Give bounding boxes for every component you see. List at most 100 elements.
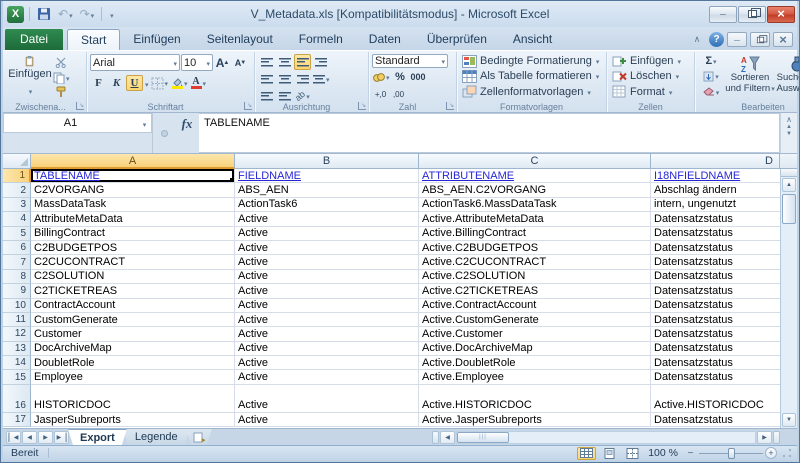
scroll-up-button[interactable] [782,178,796,192]
cell-A12[interactable]: Customer [31,327,235,341]
cell-A16[interactable]: HISTORICDOC [31,385,235,413]
cell-C12[interactable]: Active.Customer [419,327,651,341]
column-header-c[interactable]: C [419,154,651,169]
cell-B6[interactable]: Active [235,241,419,255]
page-break-view-button[interactable] [623,447,642,460]
redo-button[interactable]: ↷ [78,5,97,23]
cell-A11[interactable]: CustomGenerate [31,313,235,327]
scroll-down-button[interactable] [782,413,796,427]
cell-C8[interactable]: Active.C2SOLUTION [419,270,651,284]
cell-B4[interactable]: Active [235,212,419,226]
cell-C4[interactable]: Active.AttributeMetaData [419,212,651,226]
row-header-17[interactable]: 17 [3,413,31,427]
paste-button[interactable]: Einfügen [8,54,52,99]
cell-D15[interactable]: Datensatzstatus [651,370,780,384]
cell-C14[interactable]: Active.DoubletRole [419,356,651,370]
chevron-down-icon[interactable] [137,114,151,132]
horizontal-scroll-thumb[interactable]: ||| [457,432,509,443]
cell-D13[interactable]: Datensatzstatus [651,342,780,356]
cell-D1[interactable]: I18NFIELDNAME [651,169,780,183]
zoom-in-button[interactable]: + [765,447,777,459]
cell-B2[interactable]: ABS_AEN [235,183,419,197]
percent-style-button[interactable]: % [392,69,409,85]
underline-button[interactable]: U [126,75,143,91]
zoom-thumb[interactable] [728,448,735,459]
cell-C10[interactable]: Active.ContractAccount [419,299,651,313]
zoom-out-button[interactable]: − [684,447,697,460]
minimize-button[interactable] [709,6,737,23]
format-as-table-button[interactable]: Als Tabelle formatieren [460,69,601,83]
customize-qat-button[interactable] [107,5,116,23]
cell-D12[interactable]: Datensatzstatus [651,327,780,341]
copy-button[interactable] [52,71,71,85]
cell-B1[interactable]: FIELDNAME [235,169,419,183]
collapse-ribbon-icon[interactable] [688,32,706,47]
align-center-button[interactable] [276,71,293,87]
row-header-6[interactable]: 6 [3,241,31,255]
dialog-launcher-icon[interactable] [358,102,366,110]
cell-B9[interactable]: Active [235,284,419,298]
fill-color-button[interactable] [170,75,189,91]
scroll-left-button[interactable] [440,431,455,444]
cell-A3[interactable]: MassDataTask [31,198,235,212]
cell-D9[interactable]: Datensatzstatus [651,284,780,298]
cell-B3[interactable]: ActionTask6 [235,198,419,212]
cell-C9[interactable]: Active.C2TICKETREAS [419,284,651,298]
autosum-button[interactable]: Σ [698,54,724,68]
split-handle[interactable] [781,169,797,177]
tab-start[interactable]: Start [67,29,120,50]
normal-view-button[interactable] [577,447,596,460]
cell-C15[interactable]: Active.Employee [419,370,651,384]
cell-D14[interactable]: Datensatzstatus [651,356,780,370]
cell-B12[interactable]: Active [235,327,419,341]
insert-worksheet-button[interactable] [186,429,212,445]
cell-D11[interactable]: Datensatzstatus [651,313,780,327]
tab-split-handle[interactable] [432,431,439,444]
format-painter-button[interactable] [52,85,71,99]
cell-C5[interactable]: Active.BillingContract [419,227,651,241]
cell-A10[interactable]: ContractAccount [31,299,235,313]
cell-A9[interactable]: C2TICKETREAS [31,284,235,298]
tab-ansicht[interactable]: Ansicht [500,29,565,50]
insert-function-button[interactable]: fx [175,113,199,153]
wrap-text-button[interactable] [312,54,329,70]
tab-formeln[interactable]: Formeln [286,29,356,50]
cell-D5[interactable]: Datensatzstatus [651,227,780,241]
cell-B8[interactable]: Active [235,270,419,284]
cell-A6[interactable]: C2BUDGETPOS [31,241,235,255]
cell-B15[interactable]: Active [235,370,419,384]
workbook-restore-button[interactable] [750,32,770,47]
tab-daten[interactable]: Daten [356,29,414,50]
last-sheet-button[interactable] [54,431,69,444]
bold-button[interactable]: F [90,75,107,91]
cell-B5[interactable]: Active [235,227,419,241]
first-sheet-button[interactable] [6,431,21,444]
restore-button[interactable] [738,6,766,23]
conditional-formatting-button[interactable]: Bedingte Formatierung [460,54,601,68]
help-icon[interactable] [709,32,724,47]
borders-button[interactable] [150,75,170,91]
cell-A13[interactable]: DocArchiveMap [31,342,235,356]
horizontal-scroll-track[interactable]: ||| [456,431,756,444]
vertical-scroll-track[interactable] [781,225,797,412]
row-header-10[interactable]: 10 [3,299,31,313]
cell-D17[interactable]: Datensatzstatus [651,413,780,427]
align-bottom-button[interactable] [294,54,311,70]
decrease-decimal-button[interactable]: ,00 [390,86,407,102]
row-header-11[interactable]: 11 [3,313,31,327]
next-sheet-button[interactable] [38,431,53,444]
cell-D8[interactable]: Datensatzstatus [651,270,780,284]
vertical-scrollbar[interactable] [780,169,797,428]
cell-B14[interactable]: Active [235,356,419,370]
cell-D16[interactable]: Active.HISTORICDOC [651,385,780,413]
row-header-5[interactable]: 5 [3,227,31,241]
number-format-select[interactable]: Standard [372,54,448,68]
cell-A4[interactable]: AttributeMetaData [31,212,235,226]
cell-B13[interactable]: Active [235,342,419,356]
cell-C13[interactable]: Active.DocArchiveMap [419,342,651,356]
cell-D2[interactable]: Abschlag ändern [651,183,780,197]
tab-überprüfen[interactable]: Überprüfen [414,29,500,50]
previous-sheet-button[interactable] [22,431,37,444]
select-all-corner[interactable] [3,154,31,169]
workbook-minimize-button[interactable] [727,32,747,47]
